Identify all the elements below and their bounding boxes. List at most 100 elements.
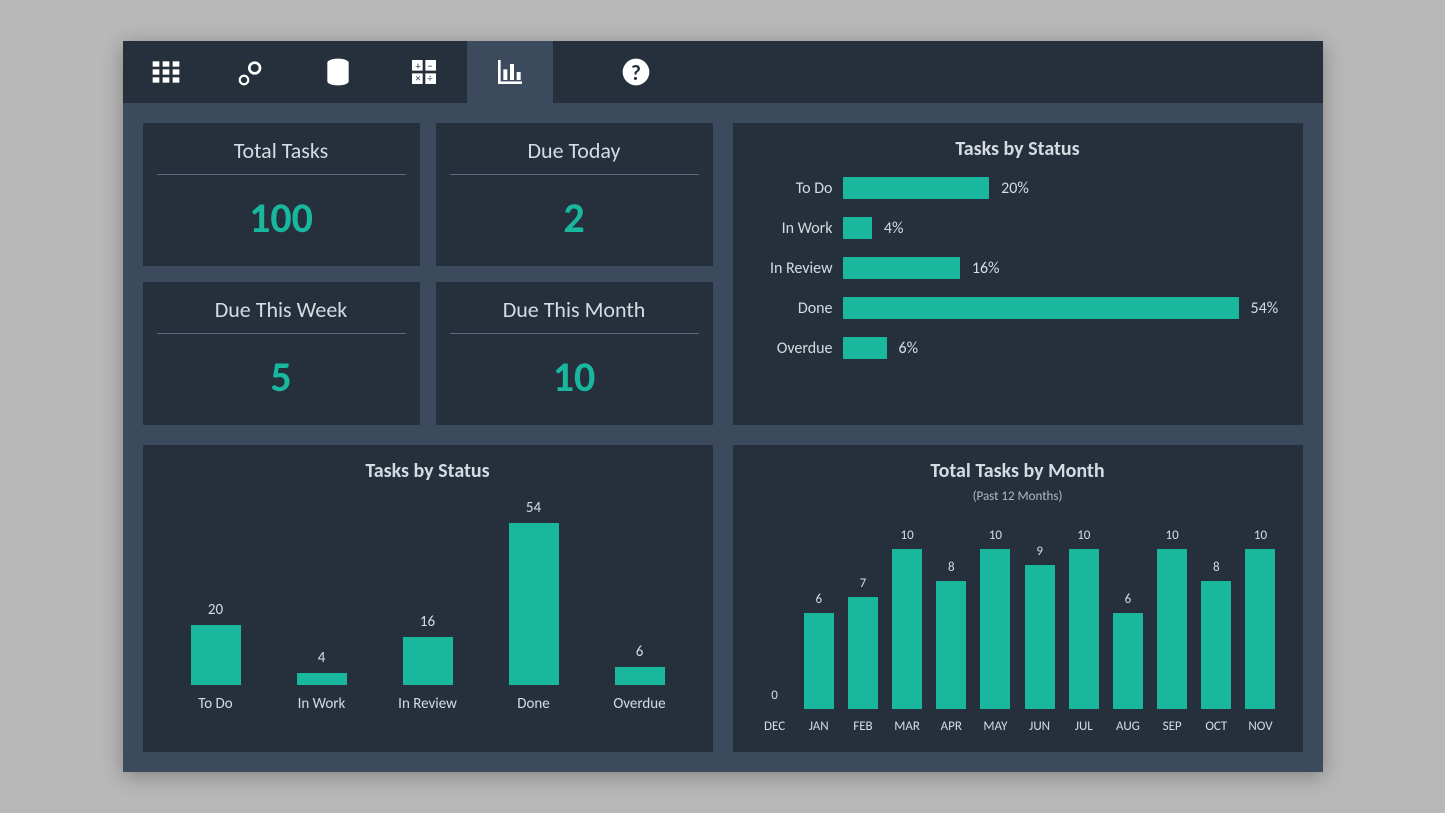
- vbar: 9JUN: [1018, 544, 1062, 734]
- vbar: 10SEP: [1150, 528, 1194, 734]
- vbar-fill: [1245, 549, 1275, 709]
- vbar-category: AUG: [1116, 719, 1140, 734]
- hbar-fill: [843, 257, 960, 279]
- vbar-fill: [1157, 549, 1187, 709]
- vbar-category: FEB: [853, 719, 872, 734]
- vbar-fill: [1113, 613, 1143, 709]
- hbar-label: In Work: [753, 219, 843, 238]
- vbar-category: In Work: [298, 695, 346, 713]
- vbar: 10MAY: [973, 528, 1017, 734]
- vbar: 4In Work: [269, 649, 375, 713]
- hbar-row: In Review16%: [753, 257, 1283, 279]
- vbar-fill: [936, 581, 966, 709]
- kpi-title: Due Today: [450, 123, 699, 175]
- kpi-due-today: Due Today 2: [436, 123, 713, 266]
- vbar: 20 To Do: [163, 601, 269, 713]
- vbar: 6 AUG: [1106, 592, 1150, 734]
- gears-icon: [236, 56, 268, 88]
- tab-settings[interactable]: [209, 41, 295, 103]
- vbar-fill: [615, 667, 665, 685]
- panel-title: Total Tasks by Month: [753, 459, 1283, 483]
- vbar: 54 Done: [481, 499, 587, 713]
- vbar-fill: [892, 549, 922, 709]
- vbar-fill: [191, 625, 241, 685]
- dashboard-app: +−×÷ ? Total Tasks 100 Due Today 2 Due T…: [123, 41, 1323, 772]
- vbar-category: In Review: [398, 695, 457, 713]
- vbar: 8 APR: [929, 560, 973, 734]
- vbar-category: Done: [517, 695, 549, 713]
- vbar-value: 20: [208, 601, 223, 619]
- vbar: 6Overdue: [587, 643, 693, 713]
- hbar-row: Done 54%: [753, 297, 1283, 319]
- panel-monthly: Total Tasks by Month (Past 12 Months) 0D…: [733, 445, 1303, 752]
- panel-subtitle: (Past 12 Months): [753, 489, 1283, 504]
- vbar: 10JUL: [1062, 528, 1106, 734]
- vbar-category: NOV: [1248, 719, 1272, 734]
- grid-icon: [150, 56, 182, 88]
- vbar-chart-status: 20 To Do 4In Work16In Review 54 Done 6Overdue: [163, 493, 693, 713]
- hbar-chart: To Do20% In Work4% In Review16% Done 54% Over…: [753, 177, 1283, 359]
- tab-bar: +−×÷ ?: [123, 41, 1323, 103]
- vbar-category: OCT: [1205, 719, 1227, 734]
- hbar-value: 20%: [1001, 179, 1029, 198]
- vbar-category: APR: [941, 719, 962, 734]
- kpi-total-tasks: Total Tasks 100: [143, 123, 420, 266]
- svg-text:×: ×: [415, 71, 420, 84]
- kpi-title: Total Tasks: [157, 123, 406, 175]
- hbar-row: Overdue 6%: [753, 337, 1283, 359]
- hbar-value: 54%: [1251, 299, 1279, 318]
- hbar-label: Done: [753, 299, 843, 318]
- tab-database[interactable]: [295, 41, 381, 103]
- calculator-icon: +−×÷: [408, 56, 440, 88]
- vbar: 7 FEB: [841, 576, 885, 734]
- vbar-value: 10: [901, 528, 914, 543]
- hbar-row: In Work4%: [753, 217, 1283, 239]
- vbar-category: Overdue: [613, 695, 665, 713]
- hbar-value: 6%: [899, 339, 919, 358]
- hbar-fill: [843, 177, 990, 199]
- vbar-value: 0: [771, 688, 778, 703]
- vbar-category: JAN: [809, 719, 829, 734]
- hbar-fill: [843, 217, 872, 239]
- help-icon: ?: [620, 56, 652, 88]
- hbar-row: To Do20%: [753, 177, 1283, 199]
- kpi-title: Due This Week: [157, 282, 406, 334]
- vbar-fill: [848, 597, 878, 709]
- vbar-chart-monthly: 0DEC6JAN7FEB10MAR8APR10MAY9JUN10JUL6AUG1…: [753, 514, 1283, 734]
- vbar-value: 6: [1125, 592, 1132, 607]
- vbar-category: To Do: [198, 695, 232, 713]
- kpi-due-week: Due This Week 5: [143, 282, 420, 425]
- vbar-value: 54: [526, 499, 541, 517]
- vbar-fill: [297, 673, 347, 685]
- svg-text:?: ?: [631, 60, 641, 86]
- vbar-fill: [403, 637, 453, 685]
- vbar-category: MAR: [894, 719, 920, 734]
- tab-help[interactable]: ?: [593, 41, 679, 103]
- kpi-due-month: Due This Month 10: [436, 282, 713, 425]
- kpi-value: 10: [436, 334, 713, 425]
- vbar: 8OCT: [1194, 560, 1238, 734]
- kpi-title: Due This Month: [450, 282, 699, 334]
- vbar-fill: [1025, 565, 1055, 709]
- vbar-value: 10: [1254, 528, 1267, 543]
- vbar-fill: [1201, 581, 1231, 709]
- vbar-fill: [1069, 549, 1099, 709]
- vbar-value: 8: [948, 560, 955, 575]
- vbar-category: MAY: [983, 719, 1007, 734]
- panel-title: Tasks by Status: [163, 459, 693, 483]
- kpi-grid: Total Tasks 100 Due Today 2 Due This Wee…: [143, 123, 713, 425]
- hbar-fill: [843, 297, 1239, 319]
- hbar-track: 4%: [843, 217, 1283, 239]
- chart-icon: [494, 56, 526, 88]
- vbar: 6JAN: [797, 592, 841, 734]
- vbar-value: 7: [860, 576, 867, 591]
- vbar-category: JUN: [1029, 719, 1050, 734]
- vbar: 16In Review: [375, 613, 481, 713]
- panel-status-horizontal: Tasks by Status To Do20%In Work4%In Revi…: [733, 123, 1303, 425]
- tab-grid[interactable]: [123, 41, 209, 103]
- vbar-fill: [804, 613, 834, 709]
- tab-charts[interactable]: [467, 41, 553, 103]
- tab-calc[interactable]: +−×÷: [381, 41, 467, 103]
- vbar-fill: [980, 549, 1010, 709]
- hbar-label: Overdue: [753, 339, 843, 358]
